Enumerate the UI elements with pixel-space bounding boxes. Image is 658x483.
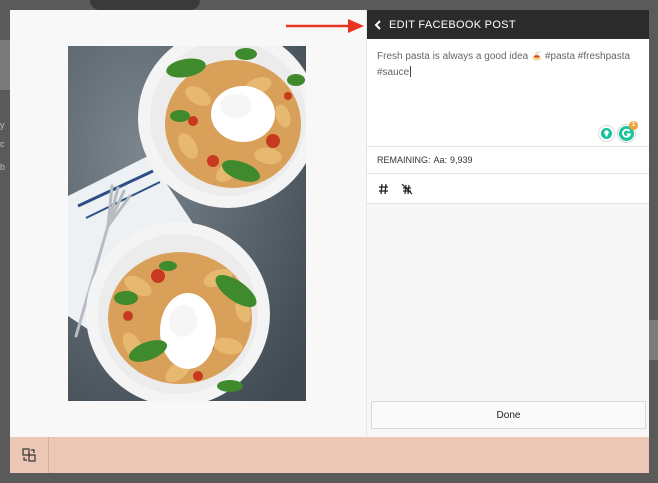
backdrop-image (90, 0, 200, 10)
backdrop-text-c: b (0, 162, 6, 172)
font-glyph: Aa: (433, 155, 448, 165)
annotation-arrow-icon (286, 19, 364, 33)
post-text-area[interactable]: Fresh pasta is always a good idea 🍝 #pas… (367, 39, 649, 147)
hashtag-off-icon (401, 183, 413, 194)
chevron-left-icon (374, 19, 381, 30)
panel-header: EDIT FACEBOOK POST (367, 10, 649, 39)
backdrop-thumbnail (0, 40, 10, 90)
suggestion-button[interactable] (598, 125, 615, 142)
grammarly-button[interactable]: 1 (617, 121, 638, 143)
post-photo (68, 46, 306, 401)
panel-title: EDIT FACEBOOK POST (389, 18, 516, 31)
back-button[interactable] (367, 10, 389, 39)
grammarly-badge: 1 (629, 121, 638, 130)
edit-panel: EDIT FACEBOOK POST Fresh pasta is always… (366, 10, 649, 437)
layout-toggle-button[interactable] (10, 437, 49, 473)
lightbulb-icon (601, 128, 612, 139)
image-preview-pane (10, 10, 366, 437)
remaining-counter: REMAINING: Aa: 9,939 (367, 147, 649, 174)
remaining-count: 9,939 (450, 155, 473, 165)
post-hashtags-line1: #pasta #freshpasta (544, 51, 631, 62)
post-text: Fresh pasta is always a good idea 🍝 #pas… (377, 48, 637, 81)
modal-footer (10, 437, 649, 473)
post-hashtags-line2: #sauce (377, 67, 410, 78)
no-hashtag-tool[interactable] (400, 182, 414, 196)
done-button[interactable]: Done (371, 401, 646, 429)
post-text-line1: Fresh pasta is always a good idea (377, 51, 529, 62)
hashtag-icon (378, 183, 388, 194)
text-caret (410, 66, 412, 77)
backdrop-right-thumb (648, 320, 658, 360)
remaining-label: REMAINING: (377, 155, 431, 165)
edit-post-modal: EDIT FACEBOOK POST Fresh pasta is always… (10, 10, 649, 473)
pasta-emoji: 🍝 (530, 51, 543, 61)
backdrop-text-b: c (0, 139, 5, 149)
toolbar (367, 174, 649, 204)
swap-layout-icon (22, 448, 36, 462)
backdrop-text-a: y (0, 120, 5, 130)
hashtag-tool[interactable] (376, 182, 390, 196)
